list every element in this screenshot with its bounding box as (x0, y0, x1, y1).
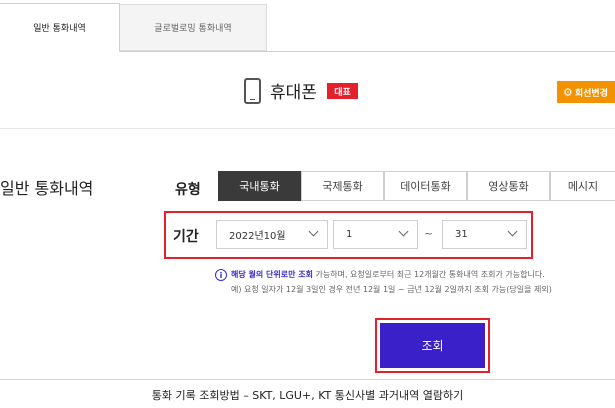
footer-divider (0, 379, 615, 380)
info-line-1: 해당 월의 단위로만 조회 가능하며, 요청일로부터 최근 12개월간 통화내역… (231, 269, 545, 280)
info-icon: i (215, 269, 227, 281)
search-button[interactable]: 조회 (380, 323, 485, 368)
image-caption: 통화 기록 조회방법 – SKT, LGU+, KT 통신사별 과거내역 열람하… (151, 389, 464, 402)
tab-general-calls[interactable]: 일반 통화내역 (0, 3, 120, 52)
info-line-1-rest: 가능하며, 요청일로부터 최근 12개월간 통화내역 조회가 가능합니다. (312, 270, 545, 279)
info-highlight: 해당 월의 단위로만 조회 (231, 270, 313, 279)
info-area: i 해당 월의 단위로만 조회 가능하며, 요청일로부터 최근 12개월간 통화… (0, 0, 615, 408)
info-line-2: 예) 요청 일자가 12월 3일인 경우 전년 12월 1일 ~ 금년 12월 … (231, 285, 552, 294)
